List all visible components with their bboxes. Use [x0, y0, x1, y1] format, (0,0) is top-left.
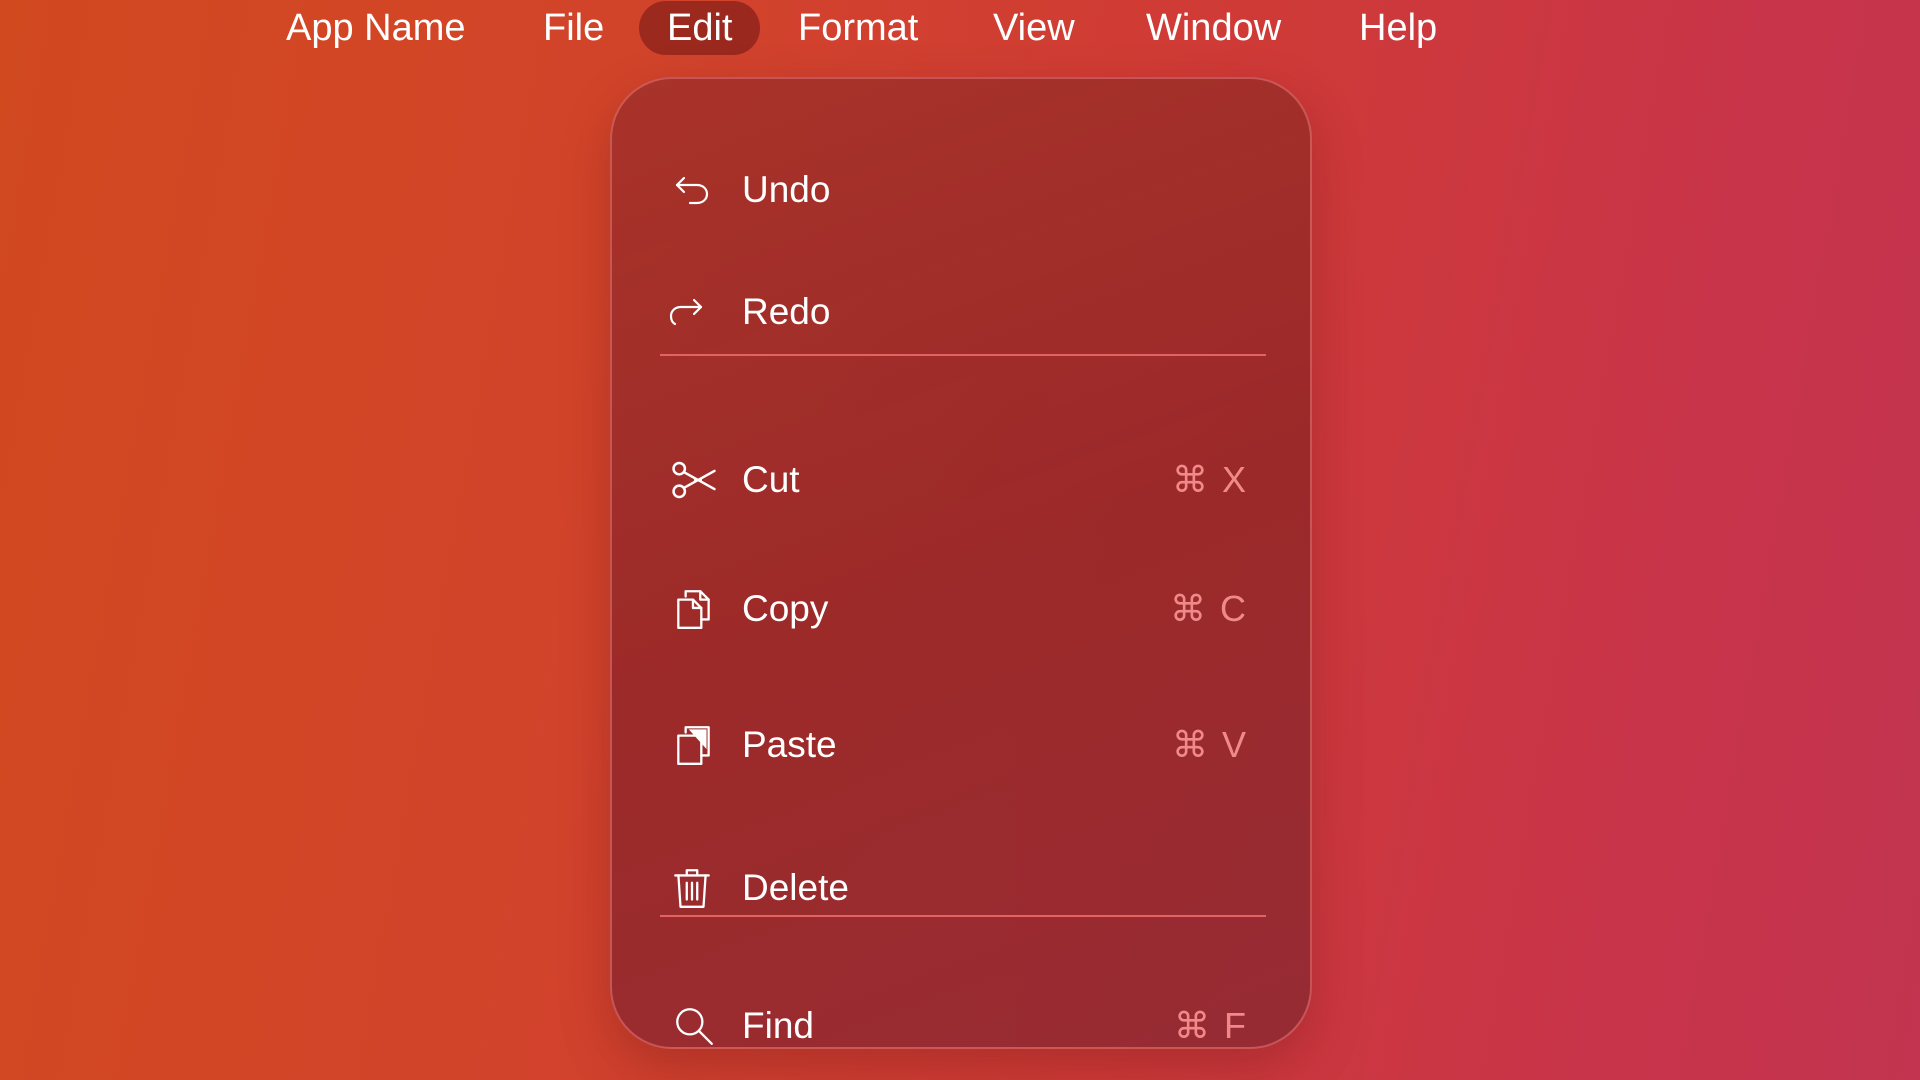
menu-item-label: Paste [742, 724, 837, 765]
menubar-app-name[interactable]: App Name [286, 0, 466, 56]
menubar-edit[interactable]: Edit [639, 1, 761, 55]
search-icon [666, 998, 722, 1054]
menubar-format[interactable]: Format [798, 0, 918, 56]
menu-item-shortcut: ⌘ V [1171, 724, 1248, 765]
trash-icon [664, 860, 720, 916]
menu-item-label: Find [742, 1005, 814, 1046]
menubar-help[interactable]: Help [1359, 0, 1437, 56]
menu-item-cut[interactable]: Cut ⌘ X [612, 440, 1310, 520]
menu-bar: App Name File Edit Format View Window He… [0, 0, 1920, 60]
paste-icon [666, 717, 722, 773]
copy-icon [666, 581, 722, 637]
menu-item-paste[interactable]: Paste ⌘ V [612, 705, 1310, 785]
menu-item-undo[interactable]: Undo [612, 150, 1310, 230]
menu-item-copy[interactable]: Copy ⌘ C [612, 569, 1310, 649]
menu-separator [660, 915, 1266, 917]
menubar-window[interactable]: Window [1146, 0, 1281, 56]
edit-menu-dropdown: Undo Redo Cut ⌘ X Copy ⌘ C Paste ⌘ V Del… [610, 77, 1312, 1049]
menu-item-redo[interactable]: Redo [612, 272, 1310, 352]
menu-item-shortcut: ⌘ X [1171, 459, 1248, 500]
menubar-file[interactable]: File [543, 0, 604, 56]
menu-item-label: Copy [742, 588, 829, 629]
redo-icon [658, 284, 714, 340]
desktop-background: App Name File Edit Format View Window He… [0, 0, 1920, 1080]
menu-item-find[interactable]: Find ⌘ F [612, 986, 1310, 1066]
menu-item-shortcut: ⌘ C [1170, 588, 1248, 629]
scissors-icon [666, 452, 722, 508]
menu-item-label: Cut [742, 459, 800, 500]
menu-separator [660, 354, 1266, 356]
undo-icon [664, 162, 720, 218]
menu-item-label: Undo [742, 169, 831, 210]
menubar-view[interactable]: View [993, 0, 1075, 56]
menu-item-label: Redo [742, 291, 831, 332]
menu-item-shortcut: ⌘ F [1174, 1005, 1248, 1046]
